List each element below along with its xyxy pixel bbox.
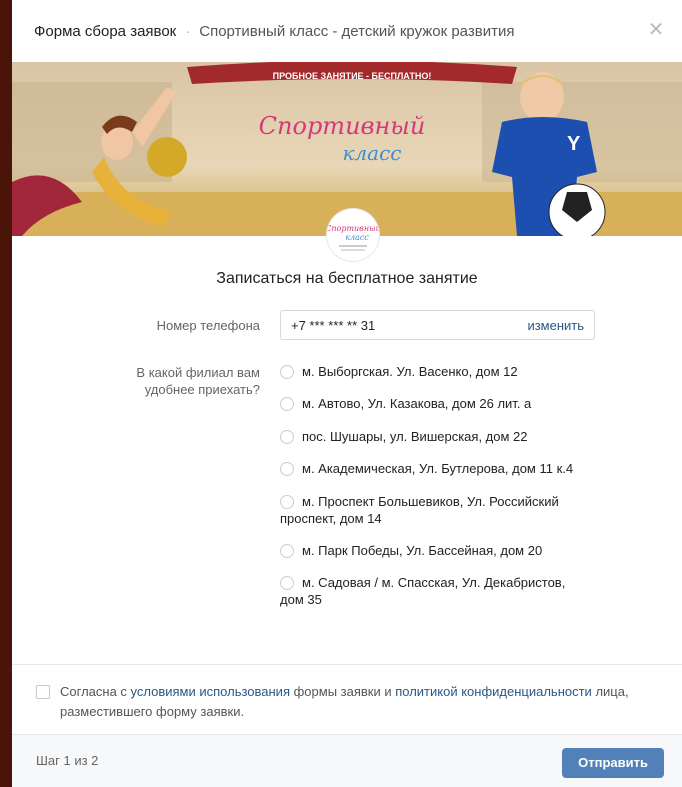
phone-field[interactable]: +7 *** *** ** 31 изменить xyxy=(280,310,595,340)
branch-option-label: м. Проспект Большевиков, Ул. Российский … xyxy=(280,494,559,526)
radio-button[interactable] xyxy=(280,495,294,509)
terms-link[interactable]: условиями использования xyxy=(131,684,290,699)
branch-option-3[interactable]: пос. Шушары, ул. Вишерская, дом 22 xyxy=(280,428,590,445)
branch-label: В какой филиал вам удобнее приехать? xyxy=(12,364,260,398)
branch-option-2[interactable]: м. Автово, Ул. Казакова, дом 26 лит. а xyxy=(280,395,590,412)
branch-option-label: м. Академическая, Ул. Бутлерова, дом 11 … xyxy=(302,461,574,476)
branch-option-7[interactable]: м. Садовая / м. Спасская, Ул. Декабристо… xyxy=(280,574,590,608)
banner-image: ПРОБНОЕ ЗАНЯТИЕ - БЕСПЛАТНО! Спортивный … xyxy=(12,62,682,261)
consent-block: Согласна с условиями использования формы… xyxy=(36,682,676,722)
privacy-policy-link[interactable]: политикой конфиденциальности xyxy=(395,684,592,699)
background-edge xyxy=(0,0,12,787)
phone-value: +7 *** *** ** 31 xyxy=(291,317,376,333)
form-modal: Форма сбора заявок · Спортивный класс - … xyxy=(12,0,682,787)
branch-option-label: м. Выборгская. Ул. Васенко, дом 12 xyxy=(302,364,518,379)
banner-ribbon-text: ПРОБНОЕ ЗАНЯТИЕ - БЕСПЛАТНО! xyxy=(273,71,432,81)
branch-option-5[interactable]: м. Проспект Большевиков, Ул. Российский … xyxy=(280,493,590,527)
branch-option-label: м. Автово, Ул. Казакова, дом 26 лит. а xyxy=(302,396,532,411)
branch-option-label: м. Садовая / м. Спасская, Ул. Декабристо… xyxy=(280,575,566,607)
radio-button[interactable] xyxy=(280,397,294,411)
phone-label: Номер телефона xyxy=(156,318,260,333)
banner-logo-line2: класс xyxy=(342,141,401,165)
consent-checkbox[interactable] xyxy=(36,685,50,699)
modal-footer: Шаг 1 из 2 Отправить xyxy=(12,734,682,787)
community-avatar: Спортивный класс xyxy=(327,209,379,261)
radio-button[interactable] xyxy=(280,576,294,590)
form-title: Записаться на бесплатное занятие xyxy=(216,270,478,287)
submit-button[interactable]: Отправить xyxy=(562,748,664,778)
modal-subtitle: Спортивный класс - детский кружок развит… xyxy=(199,22,515,40)
change-phone-link[interactable]: изменить xyxy=(527,318,584,333)
branch-option-1[interactable]: м. Выборгская. Ул. Васенко, дом 12 xyxy=(280,363,590,380)
close-icon[interactable]: ✕ xyxy=(646,20,666,40)
radio-button[interactable] xyxy=(280,544,294,558)
branch-label-line2: удобнее приехать? xyxy=(144,382,260,397)
divider xyxy=(12,664,682,665)
consent-text: Согласна с условиями использования формы… xyxy=(60,684,629,719)
svg-text:Спортивный: Спортивный xyxy=(327,224,379,233)
banner-logo-line1: Спортивный xyxy=(259,112,426,140)
branch-option-6[interactable]: м. Парк Победы, Ул. Бассейная, дом 20 xyxy=(280,542,590,559)
svg-text:класс: класс xyxy=(345,233,369,242)
branch-option-label: м. Парк Победы, Ул. Бассейная, дом 20 xyxy=(302,543,543,558)
radio-button[interactable] xyxy=(280,462,294,476)
step-indicator: Шаг 1 из 2 xyxy=(36,753,99,768)
radio-button[interactable] xyxy=(280,430,294,444)
branch-option-4[interactable]: м. Академическая, Ул. Бутлерова, дом 11 … xyxy=(280,460,590,477)
branch-label-line1: В какой филиал вам xyxy=(136,365,260,380)
title-separator: · xyxy=(185,22,191,40)
branch-option-label: пос. Шушары, ул. Вишерская, дом 22 xyxy=(302,429,528,444)
radio-button[interactable] xyxy=(280,365,294,379)
svg-text:Y: Y xyxy=(567,133,581,155)
modal-header: Форма сбора заявок · Спортивный класс - … xyxy=(12,0,682,62)
modal-title: Форма сбора заявок xyxy=(34,22,177,40)
